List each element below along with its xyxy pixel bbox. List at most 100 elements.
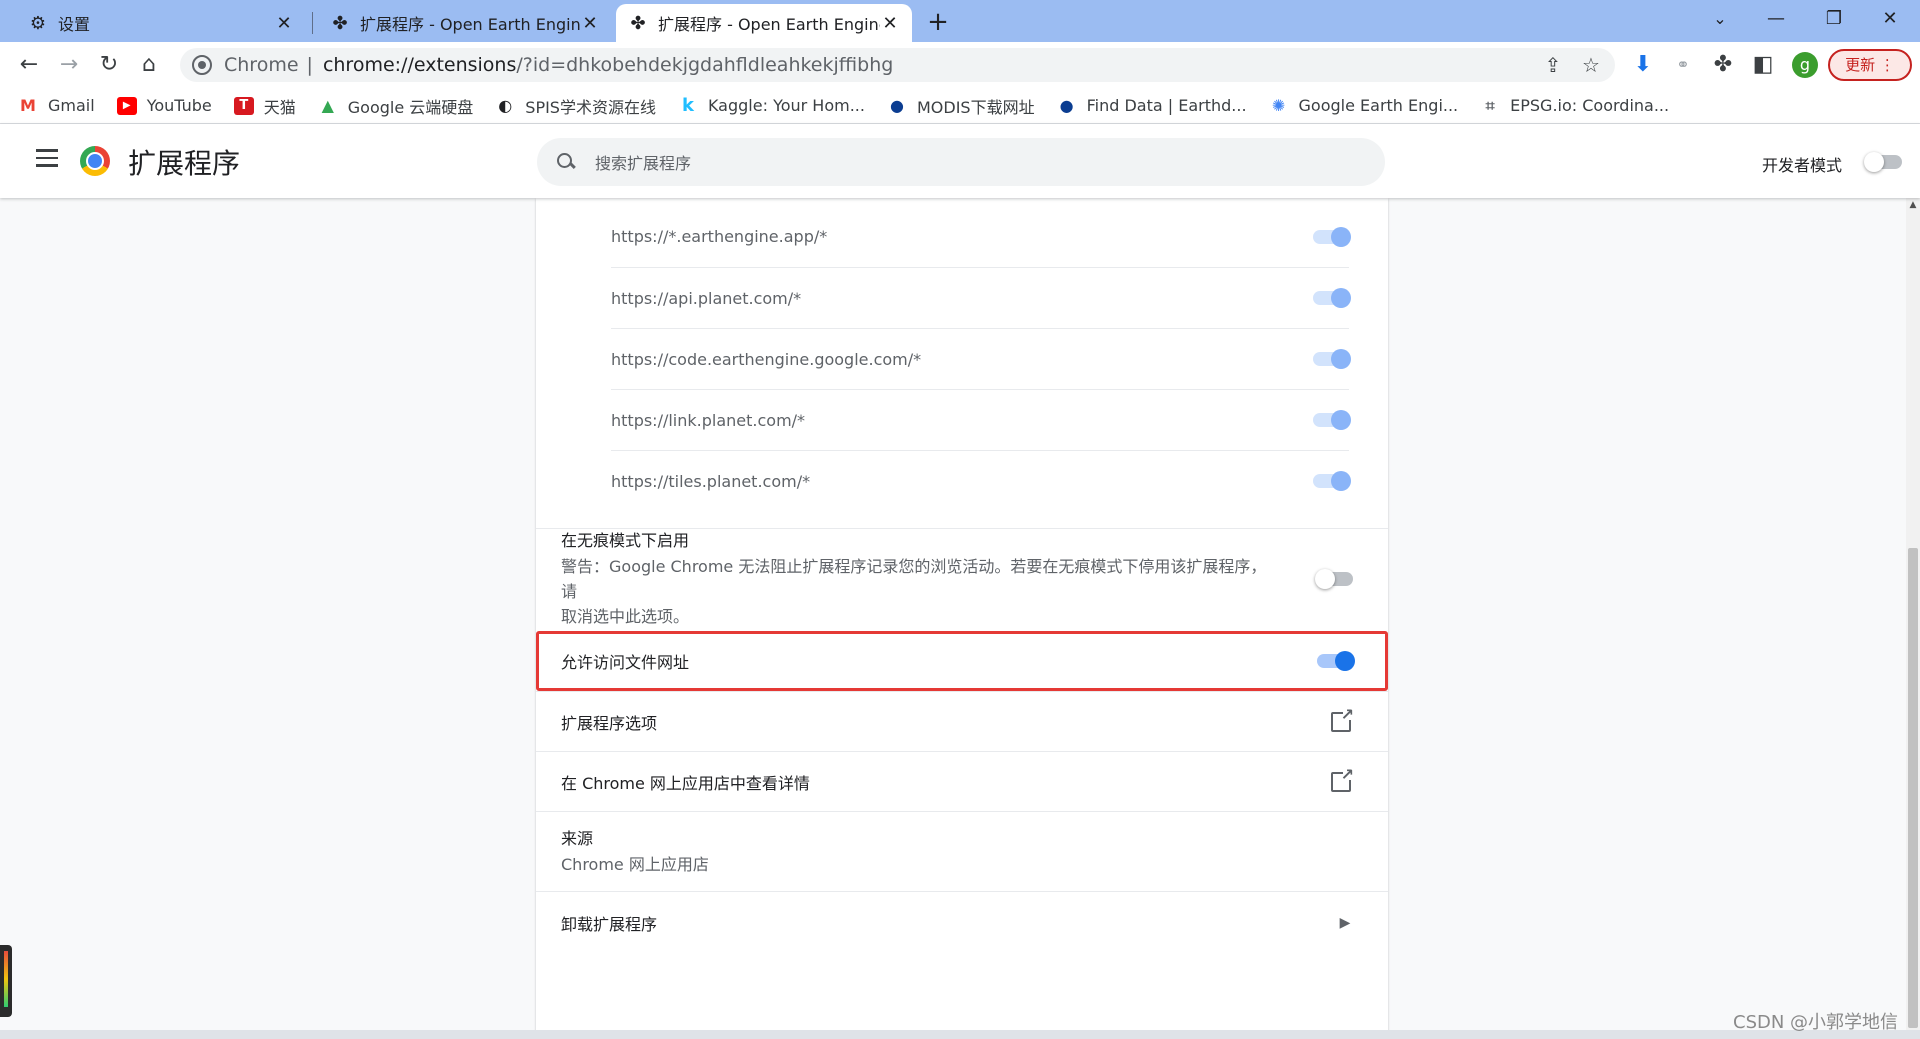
bookmark-earth-engine[interactable]: ✺ Google Earth Engi...: [1269, 95, 1459, 115]
toggle-knob: [1864, 152, 1884, 172]
bookmark-label: SPIS学术资源在线: [525, 97, 656, 117]
webstore-details-title: 在 Chrome 网上应用店中查看详情: [561, 773, 810, 793]
tab-extensions[interactable]: ✤ 扩展程序 - Open Earth Engine ✕: [318, 4, 612, 42]
bookmark-label: Google Earth Engi...: [1298, 96, 1459, 115]
scroll-up-arrow-icon[interactable]: ▲: [1906, 198, 1920, 212]
bookmark-modis[interactable]: ● MODIS下载网址: [887, 94, 1035, 118]
hamburger-menu-icon[interactable]: [36, 149, 58, 167]
search-icon: [557, 153, 575, 171]
forward-button[interactable]: →: [54, 50, 84, 80]
side-widget: [0, 945, 12, 1017]
puzzle-icon: ✤: [630, 12, 646, 34]
remove-extension-row[interactable]: 卸载扩展程序 ▶: [536, 891, 1388, 953]
address-bar[interactable]: Chrome | chrome://extensions/?id=dhkobeh…: [180, 48, 1615, 82]
devmode-toggle[interactable]: [1864, 152, 1902, 172]
bookmarks-bar: M Gmail ▶ YouTube T 天猫 ▲ Google 云端硬盘 ◐ SPIS学术…: [0, 88, 1920, 124]
bookmark-label: Gmail: [48, 96, 95, 115]
side-panel-icon[interactable]: ◧: [1748, 50, 1778, 80]
bookmark-kaggle[interactable]: k Kaggle: Your Hom...: [678, 96, 865, 115]
highlight-annotation: [536, 631, 1388, 691]
incognito-text: 在无痕模式下启用 警告：Google Chrome 无法阻止扩展程序记录您的浏览…: [561, 528, 1281, 629]
earth-engine-icon: ✺: [1271, 95, 1286, 115]
close-icon[interactable]: ✕: [580, 13, 600, 34]
bookmark-drive[interactable]: ▲ Google 云端硬盘: [318, 94, 474, 118]
extensions-puzzle-icon[interactable]: ✤: [1708, 50, 1738, 80]
close-window-button[interactable]: ✕: [1862, 0, 1918, 40]
search-input[interactable]: 搜索扩展程序: [537, 138, 1385, 186]
bookmark-epsg[interactable]: ⌗ EPSG.io: Coordina...: [1480, 96, 1669, 115]
incognito-toggle[interactable]: [1315, 568, 1353, 589]
site-toggle[interactable]: [1313, 226, 1351, 247]
home-button[interactable]: ⌂: [134, 50, 164, 80]
incognito-warning-line2: 取消选中此选项。: [561, 607, 690, 626]
youtube-icon: ▶: [116, 96, 137, 115]
bookmark-label: EPSG.io: Coordina...: [1510, 96, 1670, 115]
bookmark-tmall[interactable]: T 天猫: [233, 94, 296, 118]
site-url: https://tiles.planet.com/*: [611, 471, 811, 491]
extension-icon[interactable]: ⚭: [1668, 50, 1698, 80]
extension-details-card: https://*.earthengine.app/* https://api.…: [536, 198, 1388, 1030]
toolbar: ← → ↻ ⌂ Chrome | chrome://extensions/?id…: [0, 42, 1920, 88]
site-row: https://code.earthengine.google.com/*: [611, 328, 1351, 389]
restore-button[interactable]: ❐: [1806, 0, 1862, 40]
new-tab-button[interactable]: +: [922, 6, 954, 38]
update-button[interactable]: 更新 ⋮: [1828, 49, 1912, 81]
bookmark-label: Kaggle: Your Hom...: [707, 96, 865, 115]
site-url: https://link.planet.com/*: [611, 410, 806, 430]
puzzle-icon: ✤: [332, 12, 348, 34]
bookmark-label: MODIS下载网址: [916, 97, 1035, 117]
scrollbar[interactable]: ▲: [1906, 198, 1920, 1030]
nasa-icon: ●: [889, 95, 904, 115]
spis-icon: ◐: [498, 95, 513, 115]
chrome-logo: [80, 146, 110, 176]
close-icon[interactable]: ✕: [880, 13, 900, 34]
site-toggle[interactable]: [1313, 288, 1351, 308]
gear-icon: ⚙: [29, 12, 47, 34]
nasa-icon: ●: [1059, 95, 1074, 115]
chrome-page-icon[interactable]: [192, 55, 212, 75]
incognito-title: 在无痕模式下启用: [561, 531, 690, 550]
webstore-details-row[interactable]: 在 Chrome 网上应用店中查看详情: [536, 751, 1388, 811]
omnibox-origin: Chrome: [224, 54, 299, 76]
source-title: 来源: [561, 829, 594, 848]
bookmark-star-icon[interactable]: ☆: [1576, 48, 1606, 82]
bookmark-gmail[interactable]: M Gmail: [18, 96, 95, 115]
back-button[interactable]: ←: [14, 50, 44, 80]
site-toggle[interactable]: [1313, 471, 1351, 491]
source-text: 来源 Chrome 网上应用店: [561, 826, 1363, 877]
bookmark-label: 天猫: [263, 97, 296, 117]
scroll-thumb[interactable]: [1908, 548, 1918, 1028]
search-placeholder: 搜索扩展程序: [595, 154, 692, 173]
bookmark-spis[interactable]: ◐ SPIS学术资源在线: [495, 94, 656, 118]
reload-button[interactable]: ↻: [94, 50, 124, 80]
tab-separator: [312, 12, 313, 34]
bookmark-earthdata[interactable]: ● Find Data | Earthd...: [1057, 96, 1247, 115]
toggle-knob: [1331, 349, 1351, 369]
tab-settings[interactable]: ⚙ 设置 ✕: [16, 4, 306, 42]
close-icon[interactable]: ✕: [274, 13, 294, 34]
open-in-new-icon[interactable]: [1331, 765, 1354, 792]
site-toggle[interactable]: [1313, 349, 1351, 369]
toggle-knob: [1331, 410, 1351, 430]
site-url: https://*.earthengine.app/*: [611, 227, 828, 246]
site-row: https://tiles.planet.com/*: [611, 450, 1351, 511]
source-row: 来源 Chrome 网上应用店: [536, 811, 1388, 891]
avatar[interactable]: g: [1792, 52, 1818, 78]
open-in-new-icon[interactable]: [1331, 705, 1354, 732]
share-icon[interactable]: ⇪: [1538, 48, 1568, 82]
bookmark-label: Google 云端硬盘: [347, 97, 474, 117]
extension-options-row[interactable]: 扩展程序选项: [536, 691, 1388, 751]
toggle-knob: [1331, 288, 1351, 308]
tab-search-icon[interactable]: ⌄: [1692, 0, 1748, 40]
omnibox-url: chrome://extensions/?id=dhkobehdekjgdahf…: [323, 54, 893, 76]
bookmark-youtube[interactable]: ▶ YouTube: [116, 96, 212, 115]
url-host: chrome://extensions: [322, 54, 517, 76]
toggle-knob: [1331, 226, 1351, 247]
minimize-button[interactable]: —: [1748, 0, 1804, 40]
drive-icon: ▲: [321, 95, 334, 115]
site-url: https://code.earthengine.google.com/*: [611, 349, 922, 369]
watermark: CSDN @小郭学地信: [1733, 1012, 1899, 1033]
site-toggle[interactable]: [1313, 410, 1351, 430]
tab-extensions-active[interactable]: ✤ 扩展程序 - Open Earth Engine ✕: [616, 4, 912, 42]
download-extension-icon[interactable]: ⬇: [1628, 50, 1658, 80]
